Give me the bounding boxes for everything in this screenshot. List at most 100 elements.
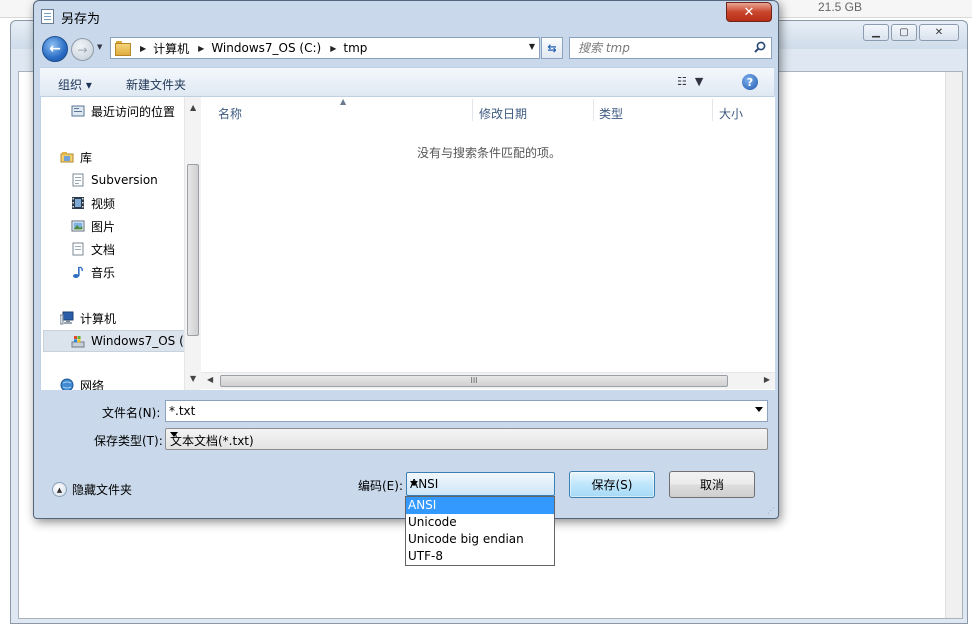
address-bar[interactable]: ▶ 计算机 ▶ Windows7_OS (C:) ▶ tmp ▼ — [110, 37, 540, 59]
column-header-size[interactable]: 大小 — [719, 105, 743, 122]
nav-item-label: 文档 — [91, 242, 116, 257]
nav-item-windows7-os[interactable]: Windows7_OS ( — [71, 331, 184, 351]
chevron-down-icon: ▼ — [694, 75, 704, 88]
sort-ascending-icon: ▲ — [340, 97, 347, 106]
disk-free-label: 21.5 GB — [817, 0, 862, 14]
breadcrumb-drive[interactable]: Windows7_OS (C:) — [211, 41, 321, 55]
close-icon[interactable]: ✕ — [919, 24, 959, 41]
nav-item-label: 计算机 — [80, 311, 117, 326]
folder-icon — [115, 41, 131, 56]
nav-scrollbar[interactable]: ▲ ▼ — [184, 97, 201, 390]
nav-item-label: 音乐 — [91, 265, 116, 280]
nav-item-label: Subversion — [91, 173, 158, 187]
nav-item-videos[interactable]: 视频 — [71, 193, 115, 213]
refresh-button[interactable]: ⇆ — [541, 37, 563, 59]
nav-item-network[interactable]: 网络 — [60, 375, 104, 390]
scroll-thumb[interactable] — [187, 164, 199, 336]
chevron-right-icon[interactable]: ▶ — [330, 44, 336, 53]
scroll-thumb[interactable]: III — [220, 375, 728, 387]
new-folder-button[interactable]: 新建文件夹 — [126, 76, 186, 93]
cancel-button[interactable]: 取消 — [669, 471, 755, 498]
column-header-type[interactable]: 类型 — [599, 105, 623, 122]
encoding-select[interactable]: ANSI — [406, 472, 555, 496]
save-as-dialog: 另存为 ✕ ← → ▼ ▶ 计算机 ▶ Windows7_OS (C:) ▶ t… — [33, 0, 779, 519]
scroll-left-icon[interactable]: ◀ — [207, 375, 213, 384]
libraries-icon — [60, 150, 74, 164]
list-view-icon: ☷ — [677, 75, 687, 88]
minimize-icon[interactable]: ▁ — [863, 24, 889, 41]
video-icon — [71, 196, 85, 210]
notepad-icon — [41, 9, 54, 24]
breadcrumb-computer[interactable]: 计算机 — [153, 40, 189, 57]
nav-item-documents[interactable]: 文档 — [71, 239, 115, 259]
network-icon — [60, 378, 74, 390]
nav-item-label: 视频 — [91, 196, 116, 211]
chevron-down-icon[interactable] — [755, 407, 763, 412]
filename-field[interactable] — [166, 401, 736, 421]
nav-item-subversion[interactable]: Subversion — [71, 170, 158, 190]
recent-pages-dropdown-icon[interactable]: ▼ — [97, 43, 102, 51]
chevron-right-icon[interactable]: ▶ — [198, 44, 204, 53]
nav-item-label: Windows7_OS ( — [91, 334, 184, 348]
file-list[interactable]: ▲ 名称 修改日期 类型 大小 没有与搜索条件匹配的项。 ◀ III ▶ — [201, 97, 775, 390]
address-dropdown-icon[interactable]: ▼ — [529, 42, 535, 51]
column-header-name[interactable]: 名称 — [218, 105, 242, 122]
nav-item-computer[interactable]: 计算机 — [59, 308, 117, 328]
filename-label: 文件名(N): — [102, 406, 161, 420]
views-button[interactable]: ☷ ▼ — [677, 75, 717, 91]
filetype-label: 保存类型(T): — [94, 434, 163, 448]
content-area: 最近访问的位置 库 Subversion 视频 图片 文档 音乐 计算机 Win… — [40, 97, 775, 390]
filename-combobox[interactable] — [165, 400, 768, 422]
nav-item-label: 库 — [80, 150, 93, 165]
search-box[interactable] — [569, 37, 772, 59]
scroll-down-icon[interactable]: ▼ — [190, 374, 196, 383]
save-button[interactable]: 保存(S) — [569, 471, 655, 498]
nav-item-label: 网络 — [80, 378, 105, 391]
back-button[interactable]: ← — [42, 36, 68, 62]
search-input[interactable] — [578, 38, 753, 58]
background-window-controls: ▁ ▢ ✕ — [863, 24, 959, 41]
collapse-up-icon: ▲ — [52, 482, 67, 497]
chevron-down-icon[interactable] — [170, 432, 178, 437]
column-divider[interactable] — [712, 99, 713, 121]
nav-item-music[interactable]: 音乐 — [71, 262, 115, 282]
nav-item-pictures[interactable]: 图片 — [71, 216, 115, 236]
help-icon[interactable]: ? — [742, 74, 758, 90]
nav-item-libraries[interactable]: 库 — [60, 147, 92, 167]
background-scrollbar[interactable] — [945, 72, 962, 618]
column-divider[interactable] — [593, 99, 594, 121]
encoding-option-ansi[interactable]: ANSI — [406, 497, 554, 514]
picture-icon — [71, 219, 85, 233]
navigation-pane: 最近访问的位置 库 Subversion 视频 图片 文档 音乐 计算机 Win… — [41, 97, 201, 390]
organize-button[interactable]: 组织 ▾ — [58, 76, 92, 93]
breadcrumb-tmp[interactable]: tmp — [343, 41, 367, 55]
encoding-option-unicode-big-endian[interactable]: Unicode big endian — [406, 531, 554, 548]
close-button[interactable]: ✕ — [726, 2, 772, 22]
music-icon — [71, 265, 85, 279]
column-divider[interactable] — [472, 99, 473, 121]
column-header-date-modified[interactable]: 修改日期 — [479, 105, 527, 122]
drive-icon — [71, 334, 85, 348]
horizontal-scrollbar[interactable]: ◀ III ▶ — [201, 372, 775, 389]
scroll-grip: III — [470, 376, 478, 385]
scroll-right-icon[interactable]: ▶ — [764, 375, 770, 384]
search-icon[interactable] — [754, 41, 766, 53]
filetype-value: 文本文档(*.txt) — [170, 434, 254, 448]
encoding-option-utf8[interactable]: UTF-8 — [406, 548, 554, 565]
document-icon — [71, 242, 85, 256]
encoding-label: 编码(E): — [358, 479, 403, 493]
nav-item-recent-places[interactable]: 最近访问的位置 — [71, 101, 175, 121]
filetype-select[interactable]: 文本文档(*.txt) — [165, 428, 768, 450]
maximize-icon[interactable]: ▢ — [891, 24, 917, 41]
scroll-up-icon[interactable]: ▲ — [190, 103, 196, 112]
nav-item-label: 最近访问的位置 — [91, 104, 176, 119]
encoding-dropdown-list: ANSI Unicode Unicode big endian UTF-8 — [405, 496, 555, 566]
forward-button[interactable]: → — [71, 38, 94, 61]
hide-folders-button[interactable]: ▲ 隐藏文件夹 — [52, 481, 132, 498]
recent-places-icon — [71, 104, 85, 118]
resize-grip-icon[interactable]: ⋰ — [767, 506, 775, 515]
empty-list-message: 没有与搜索条件匹配的项。 — [417, 146, 562, 160]
chevron-right-icon[interactable]: ▶ — [140, 44, 146, 53]
encoding-option-unicode[interactable]: Unicode — [406, 514, 554, 531]
chevron-down-icon[interactable] — [410, 481, 418, 486]
